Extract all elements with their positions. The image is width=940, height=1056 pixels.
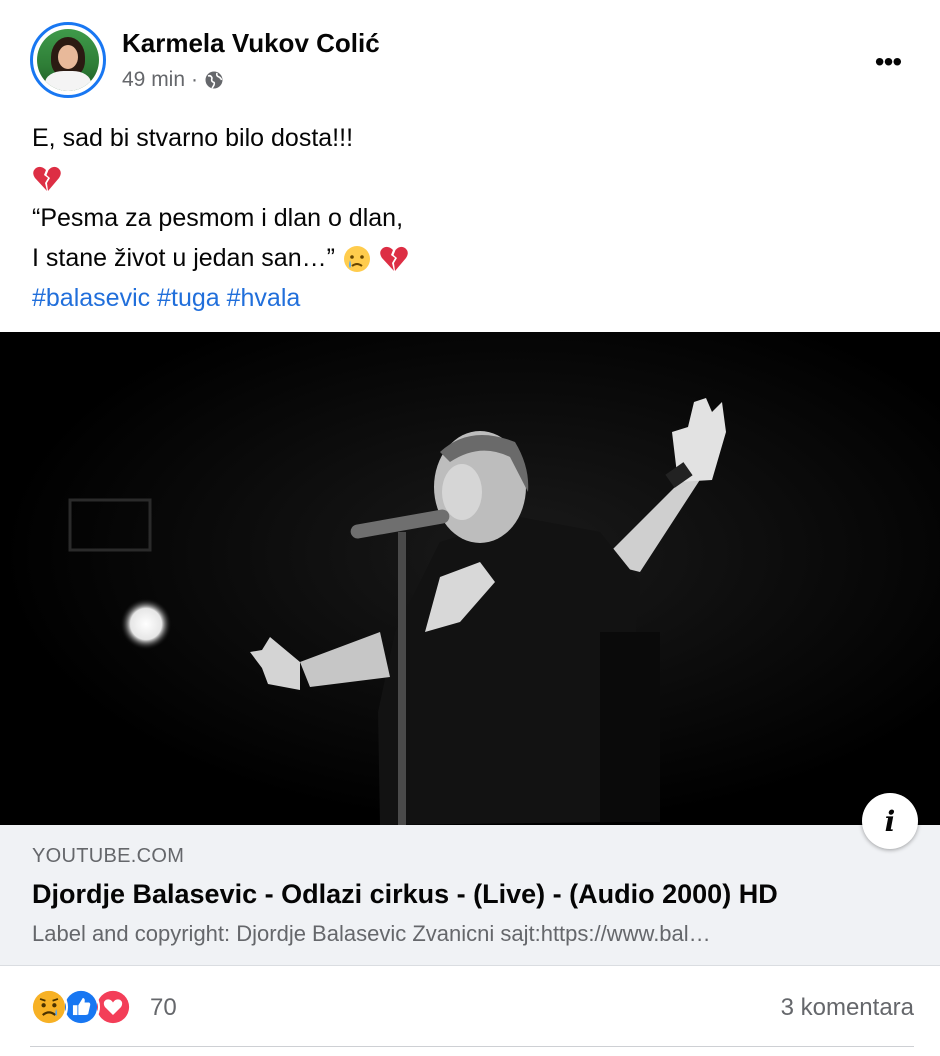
quote-line: I stane život u jedan san…” — [32, 244, 335, 272]
link-preview-box[interactable]: YOUTUBE.COM Djordje Balasevic - Odlazi c… — [0, 825, 940, 966]
link-preview-image[interactable] — [0, 332, 940, 825]
post-body: E, sad bi stvarno bilo dosta!!! “Pesma z… — [32, 118, 892, 318]
comment-count[interactable]: 3 komentara — [781, 994, 914, 1022]
hashtag-link[interactable]: #balasevic — [32, 284, 150, 312]
action-divider — [30, 1046, 914, 1047]
quote-line-emoji: I stane život u jedan san…” — [32, 238, 892, 278]
post-text-line: E, sad bi stvarno bilo dosta!!! — [32, 124, 354, 152]
broken-heart-icon — [33, 167, 61, 192]
link-title[interactable]: Djordje Balasevic - Odlazi cirkus - (Liv… — [32, 879, 778, 910]
post-header: Karmela Vukov Colić 49 min · ••• — [30, 22, 910, 102]
reaction-icons[interactable] — [30, 988, 140, 1028]
post-timestamp[interactable]: 49 min — [122, 68, 185, 92]
link-description: Label and copyright: Djordje Balasevic Z… — [32, 921, 711, 946]
globe-icon[interactable] — [204, 70, 224, 90]
sad-react-icon — [30, 988, 68, 1026]
avatar-photo — [37, 29, 99, 91]
broken-heart-line — [32, 158, 892, 198]
broken-heart-icon — [380, 247, 408, 272]
quote-line: “Pesma za pesmom i dlan o dlan, — [32, 204, 404, 232]
post-meta: 49 min · — [122, 68, 224, 92]
author-avatar[interactable] — [30, 22, 106, 98]
more-options-button[interactable]: ••• — [866, 44, 910, 80]
hashtag-link[interactable]: #hvala — [227, 284, 301, 312]
link-domain: YOUTUBE.COM — [32, 845, 185, 867]
info-button[interactable]: i — [862, 793, 918, 849]
hashtag-list: #balasevic #tuga #hvala — [32, 278, 892, 318]
more-horizontal-icon: ••• — [874, 46, 902, 77]
reaction-count[interactable]: 70 — [150, 994, 177, 1022]
meta-separator: · — [191, 68, 199, 91]
facebook-post-card: Karmela Vukov Colić 49 min · ••• E, sad … — [0, 0, 940, 1056]
singer-photo — [0, 332, 940, 825]
hashtag-link[interactable]: #tuga — [157, 284, 220, 312]
reactions-bar: 70 3 komentara — [30, 986, 914, 1030]
crying-face-icon — [343, 246, 370, 273]
author-name[interactable]: Karmela Vukov Colić — [122, 28, 380, 59]
